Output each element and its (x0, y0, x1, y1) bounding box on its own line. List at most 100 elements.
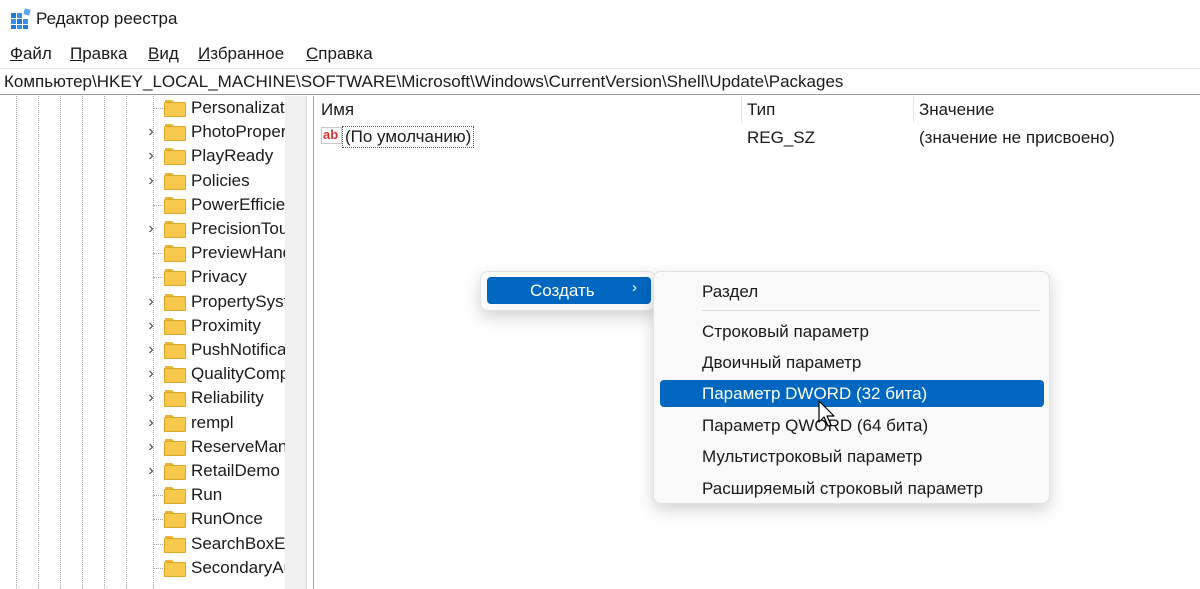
tree-item[interactable]: › rempl (0, 412, 306, 436)
tree-guide-line (153, 567, 163, 569)
key-tree[interactable]: Personalizati › PhotoProper › PlayReady › Poli… (0, 96, 306, 589)
tree-item-label: Proximity (191, 315, 261, 335)
menu-favorites[interactable]: Избранное (198, 44, 284, 64)
folder-icon (164, 511, 186, 529)
tree-item[interactable]: RunOnce (0, 508, 306, 532)
tree-item-label: Privacy (191, 267, 247, 287)
submenu-item-label: Параметр QWORD (64 бита) (702, 416, 929, 435)
folder-icon (164, 463, 186, 480)
tree-item-label: Personalizati (191, 98, 289, 117)
folder-icon (164, 124, 186, 142)
menu-edit[interactable]: Правка (70, 44, 127, 64)
chevron-right-icon[interactable]: › (144, 317, 158, 335)
tree-item[interactable]: › PushNotifica (0, 339, 306, 363)
tree-item-label: PlayReady (191, 146, 274, 166)
chevron-right-icon[interactable]: › (144, 414, 158, 432)
submenu-item-string[interactable]: Строковый параметр (660, 318, 1044, 345)
tree-item[interactable]: SecondaryAu (0, 557, 306, 581)
chevron-right-icon[interactable]: › (144, 462, 158, 480)
tree-item[interactable]: › PrecisionTou (0, 218, 306, 242)
column-header-name[interactable]: Имя (321, 100, 354, 120)
tree-item[interactable]: Privacy (0, 266, 306, 290)
folder-icon (164, 438, 186, 456)
tree-guide-line (153, 108, 163, 109)
tree-item[interactable]: PreviewHand (0, 242, 306, 266)
folder-icon (164, 245, 186, 263)
tree-item-label: PrecisionTou (191, 219, 289, 238)
folder-icon (164, 148, 186, 166)
submenu-item-dword[interactable]: Параметр DWORD (32 бита) (660, 380, 1044, 407)
tree-item-label: RunOnce (191, 509, 263, 529)
chevron-right-icon[interactable]: › (144, 147, 158, 165)
tree-item-label: Run (191, 485, 223, 505)
window-title: Редактор реестра (36, 9, 178, 28)
folder-icon (164, 269, 186, 287)
chevron-right-icon[interactable]: › (144, 123, 158, 141)
tree-item[interactable]: Run (0, 484, 306, 508)
chevron-right-icon[interactable]: › (144, 389, 158, 407)
chevron-right-icon[interactable]: › (144, 365, 158, 383)
chevron-right-icon[interactable]: › (144, 293, 158, 311)
menu-item-create[interactable]: Создать › (487, 277, 651, 304)
chevron-right-icon[interactable]: › (144, 172, 158, 190)
submenu-item-label: Строковый параметр (702, 322, 869, 341)
menu-file[interactable]: Файл (10, 44, 52, 64)
submenu-item-multistring[interactable]: Мультистроковый параметр (660, 443, 1044, 470)
submenu-item-binary[interactable]: Двоичный параметр (660, 349, 1044, 376)
tree-guide-line (153, 519, 163, 521)
column-header-data[interactable]: Значение (919, 100, 994, 120)
menu-separator (702, 310, 1040, 311)
menu-item-label: Создать (530, 281, 595, 300)
column-divider[interactable] (741, 96, 742, 123)
column-divider[interactable] (913, 96, 914, 123)
submenu-item-qword[interactable]: Параметр QWORD (64 бита) (660, 412, 1044, 439)
folder-icon (164, 414, 186, 432)
tree-item-label: Reliability (191, 388, 264, 408)
chevron-right-icon[interactable]: › (144, 220, 158, 238)
string-value-icon: ab (321, 127, 342, 144)
folder-icon (164, 317, 186, 335)
tree-item[interactable]: › RetailDemo (0, 460, 306, 484)
tree-item[interactable]: › QualityComp (0, 363, 306, 387)
menu-view[interactable]: Вид (148, 44, 179, 64)
tree-item[interactable]: SearchBoxEv (0, 533, 306, 557)
folder-icon (164, 100, 186, 117)
tree-item[interactable]: › ReserveMan (0, 436, 306, 460)
submenu-item-key[interactable]: Раздел (660, 278, 1044, 305)
folder-icon (164, 366, 186, 384)
tree-item-label: ReserveMan (191, 436, 288, 456)
submenu-item-label: Мультистроковый параметр (702, 447, 923, 466)
tree-item[interactable]: PowerEfficie (0, 194, 306, 218)
column-header-type[interactable]: Тип (747, 100, 775, 120)
pane-splitter[interactable] (306, 96, 314, 589)
value-row[interactable]: ab (По умолчанию) REG_SZ (значение не пр… (315, 123, 1200, 151)
address-bar[interactable]: Компьютер\HKEY_LOCAL_MACHINE\SOFTWARE\Mi… (0, 68, 1200, 95)
tree-item[interactable]: › Policies (0, 170, 306, 194)
tree-scrollbar[interactable] (285, 96, 306, 589)
submenu-item-label: Расширяемый строковый параметр (702, 479, 984, 498)
tree-guide-line (153, 253, 163, 255)
mouse-cursor-icon (818, 400, 835, 427)
tree-guide-line (153, 277, 163, 279)
tree-item[interactable]: › PhotoProper (0, 121, 306, 145)
tree-item[interactable]: › Reliability (0, 387, 306, 411)
tree-guide-line (153, 495, 163, 497)
regedit-icon (11, 8, 31, 29)
folder-icon (164, 172, 186, 190)
chevron-right-icon: › (632, 279, 637, 296)
tree-item[interactable]: › PropertySyst (0, 291, 306, 315)
address-path[interactable]: Компьютер\HKEY_LOCAL_MACHINE\SOFTWARE\Mi… (4, 72, 843, 92)
tree-item[interactable]: › Proximity (0, 315, 306, 339)
tree-item[interactable]: › PlayReady (0, 145, 306, 169)
tree-item-label: PropertySyst (191, 291, 289, 311)
value-name[interactable]: (По умолчанию) (342, 126, 475, 148)
submenu-item-expandable-string[interactable]: Расширяемый строковый параметр (660, 475, 1044, 502)
menu-help[interactable]: Справка (306, 44, 373, 64)
tree-item-label: RetailDemo (191, 461, 280, 480)
tree-item-label: SecondaryAu (191, 557, 294, 577)
value-type: REG_SZ (747, 128, 816, 147)
chevron-right-icon[interactable]: › (144, 341, 158, 359)
chevron-right-icon[interactable]: › (144, 438, 158, 456)
tree-item[interactable]: Personalizati (0, 97, 306, 121)
tree-item-label: Policies (191, 170, 250, 190)
